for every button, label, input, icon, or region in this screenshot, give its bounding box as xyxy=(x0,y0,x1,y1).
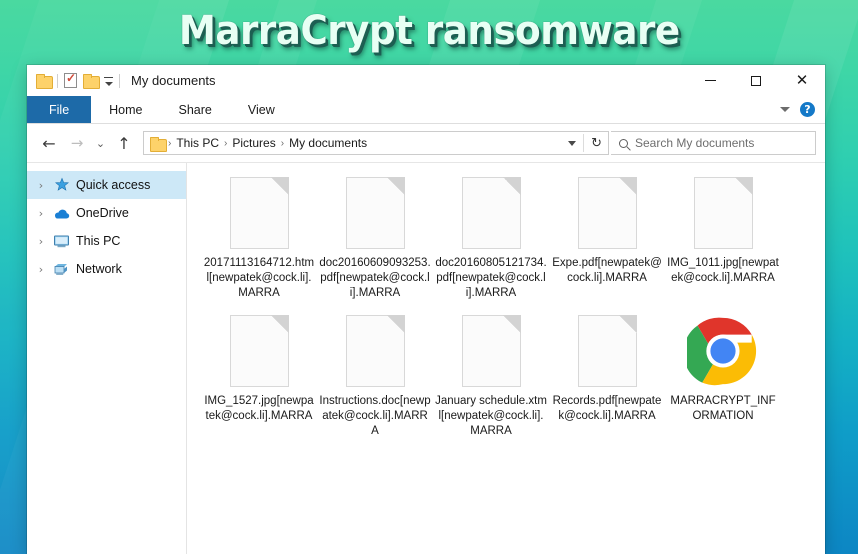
address-dropdown-icon[interactable] xyxy=(568,140,577,146)
up-button[interactable]: ↑ xyxy=(111,130,137,156)
sidebar-item-label: Quick access xyxy=(76,178,151,192)
tab-file[interactable]: File xyxy=(27,96,92,123)
properties-icon[interactable] xyxy=(64,71,77,88)
file-name-label: doc20160609093253.pdf[newpatek@cock.li].… xyxy=(319,257,431,299)
file-explorer-window: My documents ✕ File Home Share View ? ← … xyxy=(27,65,825,554)
blank-document-icon xyxy=(345,315,405,387)
close-icon: ✕ xyxy=(795,71,809,89)
page-title: MarraCrypt ransomware xyxy=(178,8,680,54)
breadcrumb-right-controls: ↻ xyxy=(568,134,604,152)
minimize-icon xyxy=(704,80,716,81)
blank-document-icon xyxy=(693,177,753,249)
breadcrumb-item-my-documents[interactable]: My documents xyxy=(285,136,371,150)
folder-icon[interactable] xyxy=(36,74,53,89)
new-folder-icon[interactable] xyxy=(83,74,100,89)
close-button[interactable]: ✕ xyxy=(779,65,825,96)
blank-document-icon xyxy=(461,315,521,387)
divider xyxy=(119,73,120,88)
search-input[interactable]: Search My documents xyxy=(635,136,754,150)
divider xyxy=(583,134,585,152)
customize-quick-access-caret-icon[interactable] xyxy=(104,77,113,86)
help-icon[interactable]: ? xyxy=(800,102,815,117)
blank-document-icon xyxy=(577,315,637,387)
search-box[interactable]: Search My documents xyxy=(611,131,816,155)
breadcrumb[interactable]: › This PC › Pictures › My documents ↻ xyxy=(143,131,609,155)
cloud-icon xyxy=(53,205,70,222)
file-name-label: Records.pdf[newpatek@cock.li].MARRA xyxy=(552,395,662,422)
sidebar-item-label: OneDrive xyxy=(76,206,129,220)
sidebar-item-quick-access[interactable]: › Quick access xyxy=(27,171,186,199)
monitor-icon xyxy=(53,233,70,250)
sidebar-item-onedrive[interactable]: › OneDrive xyxy=(27,199,186,227)
recent-locations-button[interactable]: ⌄ xyxy=(92,130,109,156)
chevron-right-icon[interactable]: › xyxy=(35,263,47,276)
file-name-label: January schedule.xtml[newpatek@cock.li].… xyxy=(435,395,547,437)
ribbon-tabs: File Home Share View ? xyxy=(27,96,825,124)
file-list[interactable]: 20171113164712.html[newpatek@cock.li].MA… xyxy=(187,163,825,554)
blank-document-icon xyxy=(461,177,521,249)
breadcrumb-folder-icon xyxy=(150,136,167,152)
network-icon xyxy=(53,261,70,278)
ribbon-right-controls: ? xyxy=(780,96,825,123)
sidebar-item-this-pc[interactable]: › This PC xyxy=(27,227,186,255)
window-body: › Quick access › OneDrive › This PC › Ne… xyxy=(27,162,825,554)
blank-document-icon xyxy=(229,315,289,387)
file-item[interactable]: doc20160805121734.pdf[newpatek@cock.li].… xyxy=(433,177,549,301)
blank-document-icon xyxy=(577,177,637,249)
file-name-label: Instructions.doc[newpatek@cock.li].MARRA xyxy=(319,395,431,437)
refresh-icon[interactable]: ↻ xyxy=(591,136,602,151)
sidebar-item-network[interactable]: › Network xyxy=(27,255,186,283)
forward-button[interactable]: → xyxy=(64,130,90,156)
maximize-icon xyxy=(751,75,761,86)
sidebar-item-label: Network xyxy=(76,262,122,276)
blank-document-icon xyxy=(229,177,289,249)
breadcrumb-item-this-pc[interactable]: This PC xyxy=(172,136,223,150)
maximize-button[interactable] xyxy=(733,65,779,96)
file-item[interactable]: 20171113164712.html[newpatek@cock.li].MA… xyxy=(201,177,317,301)
file-item[interactable]: IMG_1011.jpg[newpatek@cock.li].MARRA xyxy=(665,177,781,301)
search-icon xyxy=(619,138,628,148)
tab-home[interactable]: Home xyxy=(91,96,160,123)
blank-document-icon xyxy=(345,177,405,249)
file-item[interactable]: Records.pdf[newpatek@cock.li].MARRA xyxy=(549,315,665,439)
file-item[interactable]: January schedule.xtml[newpatek@cock.li].… xyxy=(433,315,549,439)
divider xyxy=(57,73,58,88)
address-bar: ← → ⌄ ↑ › This PC › Pictures › My docume… xyxy=(27,124,825,162)
title-bar: My documents ✕ xyxy=(27,65,825,96)
chevron-down-icon[interactable] xyxy=(780,107,790,112)
file-name-label: IMG_1011.jpg[newpatek@cock.li].MARRA xyxy=(667,257,779,284)
file-item[interactable]: doc20160609093253.pdf[newpatek@cock.li].… xyxy=(317,177,433,301)
file-item[interactable]: Expe.pdf[newpatek@cock.li].MARRA xyxy=(549,177,665,301)
tab-view[interactable]: View xyxy=(230,96,293,123)
file-name-label: 20171113164712.html[newpatek@cock.li].MA… xyxy=(203,257,315,299)
window-controls: ✕ xyxy=(687,65,825,96)
file-item[interactable]: Instructions.doc[newpatek@cock.li].MARRA xyxy=(317,315,433,439)
file-name-label: IMG_1527.jpg[newpatek@cock.li].MARRA xyxy=(204,395,314,422)
file-name-label: doc20160805121734.pdf[newpatek@cock.li].… xyxy=(435,257,547,299)
chevron-right-icon[interactable]: › xyxy=(35,235,47,248)
minimize-button[interactable] xyxy=(687,65,733,96)
navigation-pane: › Quick access › OneDrive › This PC › Ne… xyxy=(27,163,187,554)
back-button[interactable]: ← xyxy=(36,130,62,156)
banner: MarraCrypt ransomware xyxy=(0,0,858,62)
quick-access-toolbar xyxy=(36,71,120,89)
sidebar-item-label: This PC xyxy=(76,234,121,248)
breadcrumb-item-pictures[interactable]: Pictures xyxy=(228,136,279,150)
star-icon xyxy=(53,177,70,194)
window-title: My documents xyxy=(131,73,216,88)
tab-share[interactable]: Share xyxy=(161,96,230,123)
file-name-label: Expe.pdf[newpatek@cock.li].MARRA xyxy=(552,257,662,284)
chrome-icon xyxy=(687,317,757,386)
file-item[interactable]: IMG_1527.jpg[newpatek@cock.li].MARRA xyxy=(201,315,317,439)
chevron-right-icon[interactable]: › xyxy=(35,179,47,192)
file-item[interactable]: MARRACRYPT_INFORMATION xyxy=(665,315,781,439)
file-name-label: MARRACRYPT_INFORMATION xyxy=(670,395,776,422)
chevron-right-icon[interactable]: › xyxy=(35,207,47,220)
